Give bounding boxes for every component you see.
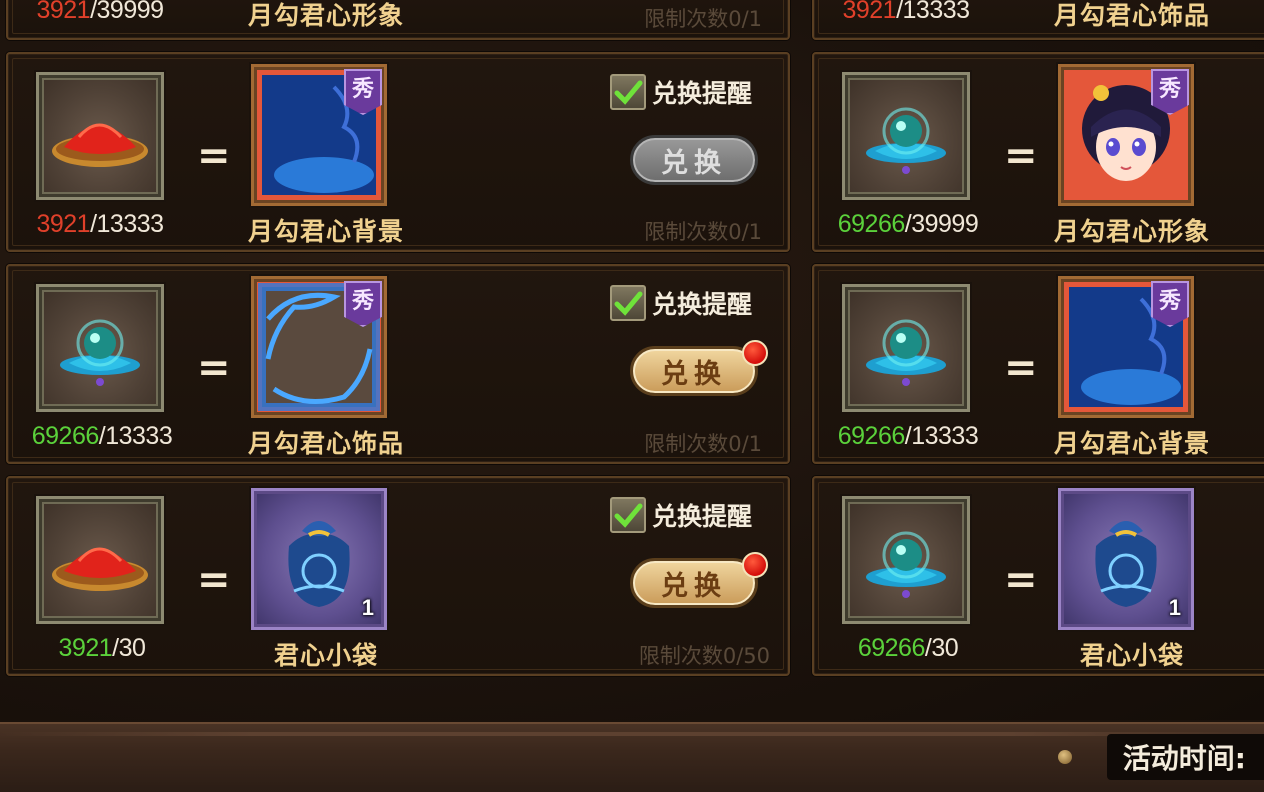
checkmark-icon — [614, 80, 643, 105]
checkbox-checked[interactable] — [610, 285, 646, 321]
jade-orb-icon — [866, 531, 946, 598]
target-item-name: 月勾君心饰品 — [247, 429, 404, 458]
exchange-limit: 限制次数0/50 — [638, 644, 770, 668]
target-item-slot[interactable]: 秀 — [251, 276, 387, 418]
target-item-slot[interactable]: 秀 — [251, 64, 387, 206]
source-item-slot[interactable] — [36, 284, 164, 412]
target-item-slot[interactable]: 秀 — [1058, 64, 1194, 206]
equals-sign: = — [1004, 557, 1038, 603]
reminder-label: 兑换提醒 — [652, 79, 753, 108]
equals-sign: = — [197, 345, 231, 391]
exchange-limit: 限制次数0/1 — [644, 220, 762, 244]
target-item-name: 月勾君心饰品 — [1053, 1, 1210, 30]
exchange-reminder-toggle[interactable]: 兑换提醒 — [610, 74, 752, 110]
item-count: 69266/13333 — [837, 422, 979, 450]
target-item-slot[interactable]: 秀 — [1058, 276, 1194, 418]
jade-orb-icon — [866, 319, 946, 386]
exchange-button[interactable]: 兑换 — [630, 558, 758, 608]
target-item-name: 月勾君心形象 — [247, 1, 404, 30]
item-count: 3921/13333 — [842, 0, 970, 24]
checkbox-checked[interactable] — [610, 497, 646, 533]
target-item-name: 月勾君心背景 — [1053, 429, 1210, 458]
equals-sign: = — [1004, 345, 1038, 391]
item-quantity: 1 — [1168, 595, 1181, 620]
notification-dot — [742, 340, 768, 366]
activity-time-label: 活动时间: — [1106, 734, 1264, 780]
exchange-limit: 限制次数0/1 — [644, 7, 762, 31]
target-item-name: 君心小袋 — [1079, 641, 1184, 670]
exchange-limit: 限制次数0/1 — [644, 432, 762, 456]
item-count: 69266/30 — [857, 634, 959, 662]
checkmark-icon — [614, 291, 643, 316]
exchange-reminder-toggle[interactable]: 兑换提醒 — [610, 285, 752, 321]
equals-sign: = — [1004, 133, 1038, 179]
source-item-slot[interactable] — [842, 496, 970, 624]
target-item-name: 月勾君心形象 — [1053, 217, 1210, 246]
source-item-slot[interactable] — [36, 72, 164, 200]
target-item-name: 君心小袋 — [273, 641, 378, 670]
equals-sign: = — [197, 557, 231, 603]
notification-dot — [742, 552, 768, 578]
reminder-label: 兑换提醒 — [652, 290, 753, 319]
bottom-bar — [0, 722, 1264, 792]
target-item-slot[interactable]: 1 — [1058, 488, 1194, 630]
red-hat-icon — [52, 547, 148, 591]
exchange-reminder-toggle[interactable]: 兑换提醒 — [610, 497, 752, 533]
checkbox-checked[interactable] — [610, 74, 646, 110]
item-count: 3921/13333 — [36, 210, 164, 238]
item-count: 69266/39999 — [837, 210, 979, 238]
jade-orb-icon — [866, 107, 946, 174]
jade-orb-icon — [60, 319, 140, 386]
exchange-button[interactable]: 兑换 — [630, 346, 758, 396]
item-count: 3921/30 — [58, 634, 146, 662]
target-item-name: 月勾君心背景 — [247, 217, 404, 246]
reminder-label: 兑换提醒 — [652, 502, 753, 531]
source-item-slot[interactable] — [842, 284, 970, 412]
source-item-slot[interactable] — [842, 72, 970, 200]
item-count: 3921/39999 — [36, 0, 164, 24]
exchange-button[interactable]: 兑换 — [630, 135, 758, 185]
source-item-slot[interactable] — [36, 496, 164, 624]
item-quantity: 1 — [361, 595, 374, 620]
item-count: 69266/13333 — [31, 422, 173, 450]
checkmark-icon — [614, 503, 643, 528]
equals-sign: = — [197, 133, 231, 179]
red-hat-icon — [52, 123, 148, 167]
bullet-icon — [1058, 750, 1072, 764]
exchange-panel: 3921/39999 月勾君心形象 限制次数0/1 3921/13333 月勾君… — [0, 0, 1264, 720]
target-item-slot[interactable]: 1 — [251, 488, 387, 630]
